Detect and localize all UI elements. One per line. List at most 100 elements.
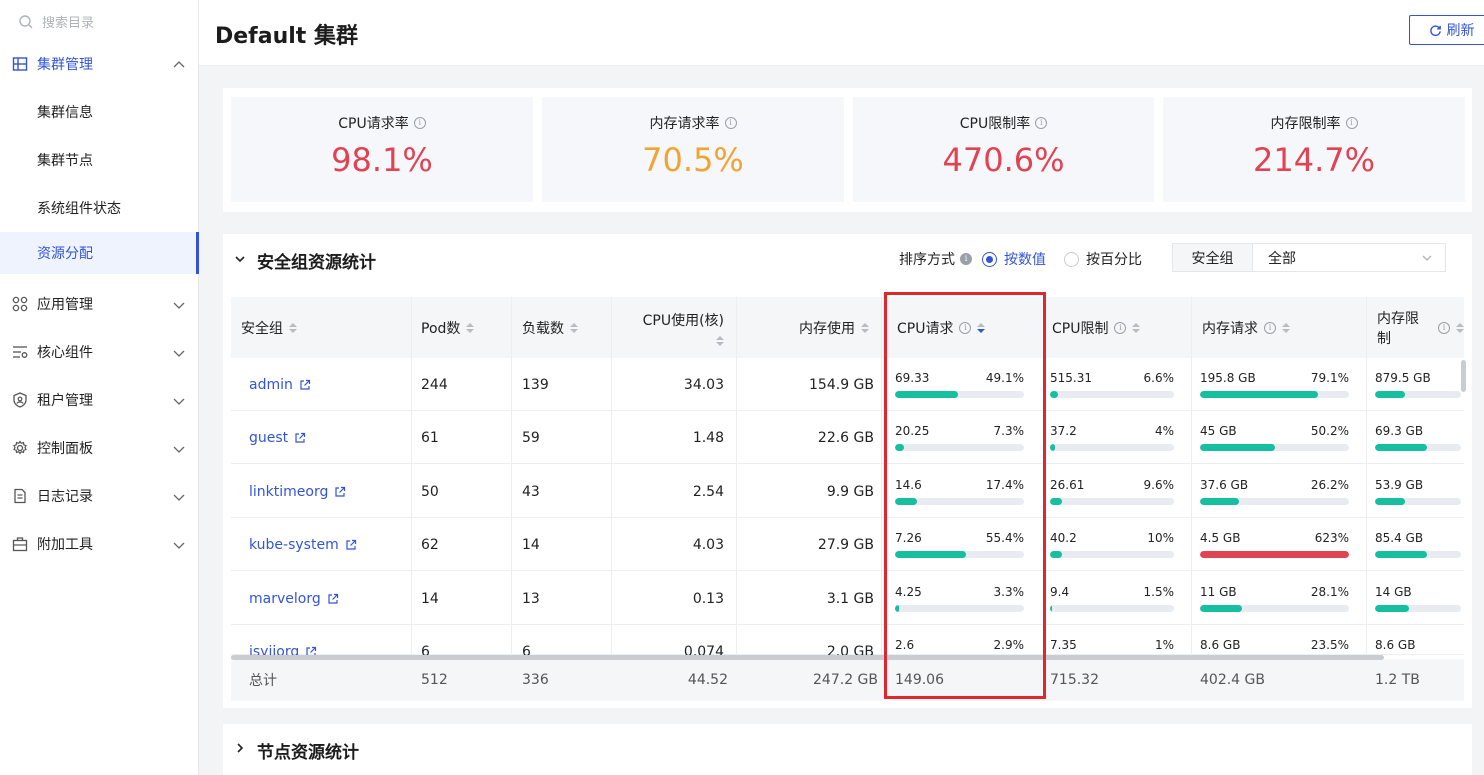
stat-label-text: CPU限制率 (959, 116, 1031, 132)
percent: 79.1% (1310, 371, 1349, 385)
info-icon[interactable]: i (1035, 117, 1048, 129)
security-group-link[interactable]: linktimeorg (249, 465, 346, 518)
info-icon[interactable]: i (1438, 321, 1450, 334)
column-header-label: 内存限制 (1377, 310, 1419, 347)
amount: 515.31 (1050, 371, 1092, 385)
security-group-name: kube-system (249, 536, 339, 553)
security-group-link[interactable]: guest (249, 411, 306, 464)
sidebar-item-label: 集群信息 (37, 105, 93, 121)
progress-track (1050, 498, 1174, 505)
refresh-icon (1429, 24, 1441, 36)
column-header-label: 负载数 (522, 320, 564, 337)
refresh-button[interactable]: 刷新 (1409, 15, 1484, 45)
percent: 1% (1154, 638, 1174, 652)
info-icon[interactable]: i (413, 117, 426, 129)
column-header[interactable]: 内存请求 i (1202, 297, 1366, 358)
security-group-link[interactable]: kube-system (249, 518, 357, 571)
progress-track (1375, 498, 1461, 505)
chevron-down-icon[interactable] (233, 252, 247, 266)
sort-icon[interactable] (861, 322, 869, 333)
sort-icon[interactable] (1456, 322, 1464, 333)
progress-fill (1200, 391, 1318, 398)
sidebar-item-label: 系统组件状态 (37, 201, 121, 217)
load-count: 13 (522, 590, 540, 607)
progress-track (1050, 551, 1174, 558)
progress-fill (1200, 444, 1275, 451)
sort-icon[interactable] (289, 322, 297, 333)
info-icon[interactable]: i (1114, 321, 1127, 334)
amount: 7.35 (1050, 638, 1077, 652)
progress-track (1200, 498, 1349, 505)
progress-track (1375, 551, 1461, 558)
vertical-scrollbar[interactable] (1461, 360, 1466, 392)
amount: 11 GB (1200, 585, 1237, 599)
progress-track (1375, 444, 1461, 451)
amount: 195.8 GB (1200, 371, 1256, 385)
horizontal-scrollbar[interactable] (231, 655, 1384, 660)
sort-icon[interactable] (1282, 322, 1290, 333)
sort-icon[interactable] (716, 335, 724, 346)
load-count: 14 (522, 536, 540, 553)
column-header[interactable]: 内存限制 i (1377, 297, 1464, 358)
sort-by-percent-radio[interactable]: 按百分比 (1064, 249, 1142, 269)
radio-label: 按数值 (1004, 252, 1046, 268)
sidebar-item-resource-allocation[interactable]: 资源分配 (0, 232, 199, 274)
percent: 4% (1154, 424, 1174, 438)
sort-icon[interactable] (570, 322, 578, 333)
column-header[interactable]: Pod数 (421, 297, 511, 358)
chevron-right-icon[interactable] (233, 741, 247, 755)
stat-card: CPU限制率 i 470.6% (853, 97, 1154, 202)
info-icon: i (960, 253, 972, 265)
sort-icon[interactable] (1132, 322, 1141, 333)
column-header[interactable]: CPU使用(核) (612, 297, 736, 358)
progress-fill (1375, 498, 1406, 505)
sidebar-item-cluster-info[interactable]: 集群信息 (0, 88, 199, 136)
security-group-link[interactable]: isyjjorg (249, 625, 317, 655)
column-header[interactable]: 负载数 (522, 297, 612, 358)
sidebar-item-component-status[interactable]: 系统组件状态 (0, 184, 199, 232)
pod-count: 50 (421, 483, 439, 500)
column-header[interactable]: 安全组 (241, 297, 411, 358)
nav-group-apps[interactable]: 应用管理 (0, 280, 199, 328)
progress-track (1200, 551, 1349, 558)
stat-card: CPU请求率 i 98.1% (231, 97, 533, 202)
row-cells: marvelorg 14 13 0.13 3.1 GB 4.25 3.3% 9.4 1.5% 11… (0, 572, 1484, 625)
stat-value: 214.7% (1252, 141, 1375, 179)
row-cells: admin 244 139 34.03 154.9 GB 69.33 49.1% 515.31… (0, 358, 1484, 411)
percent: 50.2% (1310, 424, 1349, 438)
security-group-link[interactable]: marvelorg (249, 572, 339, 625)
progress-fill (1050, 551, 1063, 558)
stat-card: 内存限制率 i 214.7% (1163, 97, 1465, 202)
column-header[interactable]: CPU限制 i (1052, 297, 1191, 358)
sidebar-item-cluster-nodes[interactable]: 集群节点 (0, 136, 199, 184)
percent: 6.6% (1143, 371, 1175, 385)
sort-by-value-radio[interactable]: 按数值 (982, 249, 1046, 269)
progress-track (1200, 444, 1349, 451)
security-group-select[interactable]: 全部 (1252, 243, 1446, 272)
external-link-icon (328, 593, 338, 604)
security-group-link[interactable]: admin (249, 358, 311, 411)
column-header[interactable]: 内存使用 (737, 297, 881, 358)
row-cells: kube-system 62 14 4.03 27.9 GB 7.26 55.4% 40.2 1… (0, 518, 1484, 571)
stat-label-text: CPU请求率 (338, 116, 409, 132)
column-header-label: 内存使用 (799, 320, 855, 337)
sort-icon[interactable] (466, 322, 475, 333)
sidebar-search[interactable]: 搜索目录 (18, 12, 94, 31)
pod-count: 61 (421, 429, 439, 446)
total-cpu-usage: 44.52 (687, 672, 728, 688)
security-group-name: marvelorg (249, 590, 321, 607)
progress-track (1375, 391, 1461, 398)
refresh-label: 刷新 (1446, 23, 1475, 39)
progress-track (1200, 605, 1349, 612)
nav-group-cluster[interactable]: 集群管理 (0, 40, 199, 88)
amount: 37.2 (1050, 424, 1077, 438)
total-memory-limit: 1.2 TB (1375, 672, 1420, 688)
info-icon[interactable]: i (1345, 117, 1358, 129)
info-icon[interactable]: i (1264, 321, 1276, 334)
info-icon[interactable]: i (724, 117, 737, 129)
sort-label-text: 排序方式 (899, 252, 955, 268)
progress-fill (1375, 444, 1427, 451)
percent: 26.2% (1310, 478, 1349, 492)
external-link-icon (335, 486, 346, 497)
cpu-usage: 1.48 (692, 429, 724, 446)
